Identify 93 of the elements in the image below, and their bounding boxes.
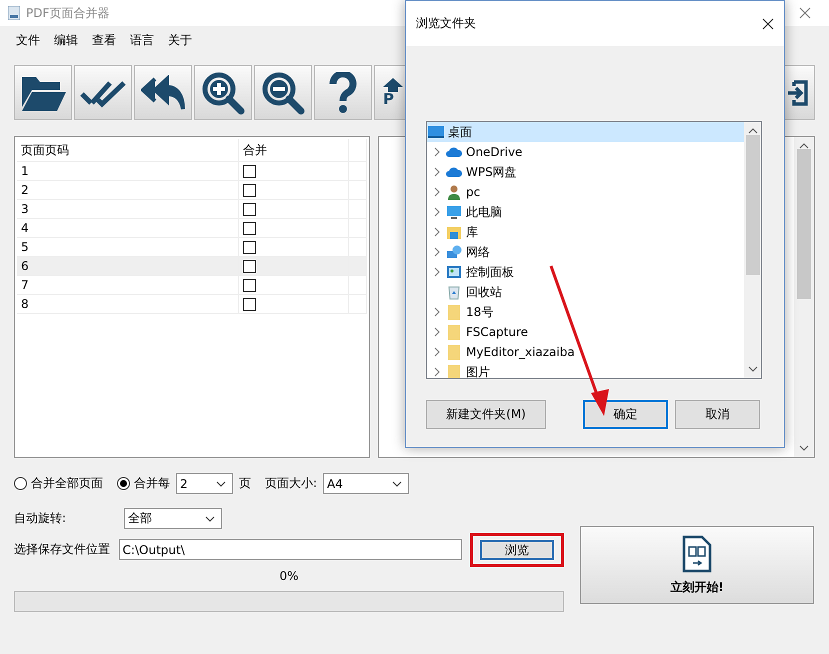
recycle-bin-icon xyxy=(446,284,462,300)
exit-icon xyxy=(788,80,808,106)
zoom-in-icon xyxy=(201,70,245,114)
chevron-down-icon[interactable] xyxy=(799,445,809,451)
page-size-label: 页面大小: xyxy=(265,475,318,492)
tree-item[interactable]: 桌面 xyxy=(427,122,744,142)
chevron-up-icon[interactable] xyxy=(748,128,758,134)
table-row[interactable]: 3 xyxy=(17,200,367,219)
toolbar-button[interactable] xyxy=(134,65,192,120)
chevron-down-icon[interactable] xyxy=(748,366,758,372)
table-cell: 7 xyxy=(17,276,239,294)
folder-icon xyxy=(446,364,462,378)
tree-item[interactable]: FSCapture xyxy=(427,322,744,342)
table-cell: 8 xyxy=(17,295,239,313)
table-cell: 5 xyxy=(17,238,239,256)
toolbar-button[interactable] xyxy=(314,65,372,120)
merge-mode-radio[interactable]: 合并全部页面 xyxy=(14,475,103,492)
progress-text: 0% xyxy=(278,569,300,583)
merge-checkbox[interactable] xyxy=(243,240,256,254)
app-icon xyxy=(8,6,20,20)
column-header[interactable]: 合并 xyxy=(239,139,349,161)
toolbar-button[interactable] xyxy=(14,65,72,120)
merge-checkbox[interactable] xyxy=(243,278,256,292)
toolbar-button[interactable] xyxy=(194,65,252,120)
table-cell: 1 xyxy=(17,162,239,180)
table-cell: 6 xyxy=(17,257,239,275)
tree-item[interactable]: OneDrive xyxy=(427,142,744,162)
tree-item[interactable]: 网络 xyxy=(427,242,744,262)
path-field[interactable]: C:\Output\ xyxy=(118,539,462,560)
table-row[interactable]: 2 xyxy=(17,181,367,200)
merge-checkbox[interactable] xyxy=(243,222,256,234)
close-icon[interactable] xyxy=(762,18,774,30)
scrollbar[interactable] xyxy=(794,137,814,457)
reply-all-icon xyxy=(141,74,185,110)
desktop-icon xyxy=(428,124,444,140)
library-icon xyxy=(446,224,462,240)
user-icon xyxy=(446,184,462,200)
upload-arrow-icon xyxy=(383,78,403,92)
folder-icon xyxy=(446,324,462,340)
dialog-button[interactable]: 确定 xyxy=(583,400,668,429)
tree-item[interactable]: 18号 xyxy=(427,302,744,322)
network-icon xyxy=(446,244,462,260)
start-button[interactable]: 立刻开始! xyxy=(580,526,814,604)
page-size-dropdown[interactable]: A4 xyxy=(323,473,410,494)
unit-label: 页 xyxy=(239,475,251,492)
menu-item[interactable]: 查看 xyxy=(92,32,116,48)
menu-item[interactable]: 关于 xyxy=(168,32,192,48)
folder-icon xyxy=(446,304,462,320)
folder-icon xyxy=(446,344,462,360)
table-cell: 3 xyxy=(17,200,239,218)
document-icon xyxy=(682,534,712,572)
tree-item[interactable]: 控制面板 xyxy=(427,262,744,282)
monitor-icon xyxy=(446,204,462,220)
table-cell: 4 xyxy=(17,219,239,237)
table-row[interactable]: 8 xyxy=(17,295,367,314)
toolbar-button[interactable] xyxy=(74,65,132,120)
browse-button[interactable]: 浏览 xyxy=(480,540,554,560)
tree-item[interactable]: 库 xyxy=(427,222,744,242)
merge-checkbox[interactable] xyxy=(243,164,256,178)
scrollbar[interactable] xyxy=(744,122,761,378)
table-row[interactable]: 1 xyxy=(17,162,367,181)
rotate-dropdown[interactable]: 全部 xyxy=(124,508,222,529)
tree-item[interactable]: WPS网盘 xyxy=(427,162,744,182)
table-row[interactable]: 4 xyxy=(17,219,367,238)
dialog-title: 浏览文件夹 xyxy=(416,15,476,32)
tree-item[interactable]: pc xyxy=(427,182,744,202)
chevron-up-icon[interactable] xyxy=(799,143,809,149)
menu-item[interactable]: 语言 xyxy=(130,32,154,48)
dialog-button[interactable]: 取消 xyxy=(675,400,760,429)
tree-item[interactable]: 此电脑 xyxy=(427,202,744,222)
toolbar-button[interactable] xyxy=(254,65,312,120)
table-row[interactable]: 6 xyxy=(17,257,367,276)
table-cell: 2 xyxy=(17,181,239,199)
tree-item[interactable]: 回收站 xyxy=(427,282,744,302)
table-row[interactable]: 7 xyxy=(17,276,367,295)
tree-item[interactable]: 图片 xyxy=(427,362,744,378)
save-location-label: 选择保存文件位置 xyxy=(14,541,111,558)
menu-item[interactable]: 编辑 xyxy=(54,32,78,48)
merge-mode-radio[interactable]: 合并每 xyxy=(117,475,170,492)
rotate-label: 自动旋转: xyxy=(14,510,68,527)
control-panel-icon xyxy=(446,264,462,280)
merge-checkbox[interactable] xyxy=(243,202,256,216)
menu-item[interactable]: 文件 xyxy=(16,32,40,48)
zoom-out-icon xyxy=(261,70,305,114)
pages-dropdown[interactable]: 2 xyxy=(176,473,233,494)
window-title: PDF页面合并器 xyxy=(26,4,110,22)
column-header[interactable]: 页面页码 xyxy=(17,139,239,161)
merge-checkbox[interactable] xyxy=(243,298,256,310)
dialog-button[interactable]: 新建文件夹(M) xyxy=(426,400,546,429)
merge-checkbox[interactable] xyxy=(243,184,256,196)
merge-checkbox[interactable] xyxy=(243,260,256,272)
tree-item[interactable]: MyEditor_xiazaiba xyxy=(427,342,744,362)
question-icon xyxy=(329,72,357,114)
